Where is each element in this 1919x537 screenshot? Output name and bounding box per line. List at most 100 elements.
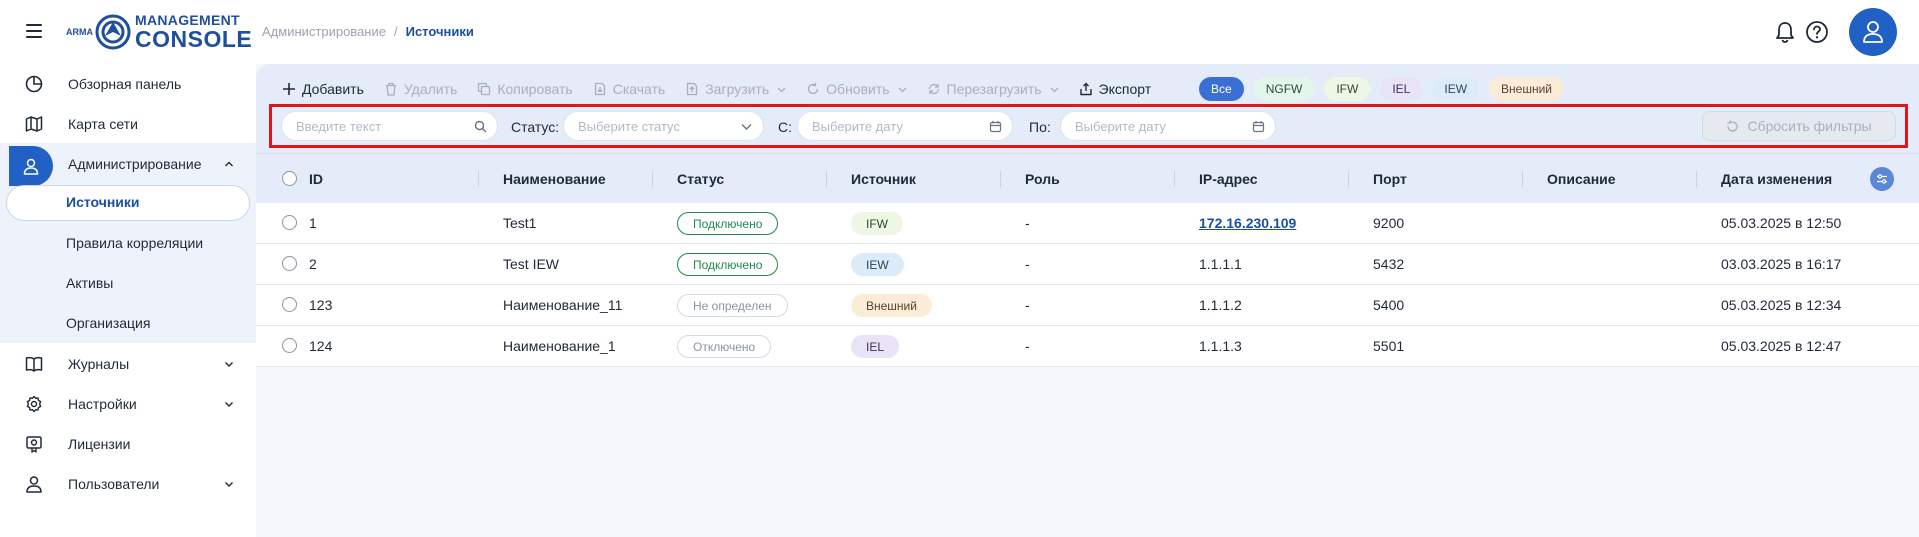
date-from-label: С:: [778, 119, 792, 135]
cell-date: 05.03.2025 в 12:34: [1721, 297, 1842, 313]
row-checkbox[interactable]: [282, 256, 297, 271]
help-icon[interactable]: [1805, 20, 1829, 44]
column-header-id[interactable]: ID: [309, 171, 323, 187]
table-row[interactable]: 1 Test1 Подключено IFW - 172.16.230.109 …: [256, 203, 1919, 244]
source-filter-chips: Все NGFW IFW IEL IEW Внешний: [1199, 77, 1564, 101]
date-to-input[interactable]: Выберите дату: [1060, 111, 1276, 141]
column-divider: [826, 171, 827, 187]
cell-id: 123: [309, 297, 333, 313]
chevron-down-icon: [225, 482, 233, 487]
sidebar-subitem-correlation-rules[interactable]: Правила корреляции: [66, 235, 203, 251]
column-divider: [1696, 171, 1697, 187]
sidebar-item-network-map[interactable]: Карта сети: [0, 104, 256, 144]
status-filter-label: Статус:: [511, 119, 560, 135]
reset-icon: [1727, 120, 1739, 132]
sidebar-item-settings[interactable]: Настройки: [0, 384, 256, 424]
copy-button[interactable]: Копировать: [477, 81, 573, 97]
sidebar-subitem-label: Источники: [66, 194, 140, 210]
column-header-description[interactable]: Описание: [1547, 171, 1616, 187]
sidebar-subitem-sources[interactable]: Источники: [6, 185, 250, 221]
chip-ifw[interactable]: IFW: [1324, 77, 1371, 101]
column-header-status[interactable]: Статус: [677, 171, 724, 187]
column-header-date[interactable]: Дата изменения: [1721, 171, 1832, 187]
chevron-down-icon: [1050, 87, 1059, 92]
sidebar-item-dashboard[interactable]: Обзорная панель: [0, 64, 256, 104]
chevron-up-icon: [225, 161, 233, 167]
sidebar-item-label: Журналы: [68, 356, 130, 372]
column-divider: [1000, 171, 1001, 187]
table-row[interactable]: 124 Наименование_1 Отключено IEL - 1.1.1…: [256, 326, 1919, 367]
refresh-button[interactable]: Обновить: [806, 81, 907, 97]
export-button-label: Экспорт: [1098, 81, 1152, 97]
bell-icon[interactable]: [1774, 20, 1796, 44]
cell-port: 5400: [1373, 297, 1405, 313]
logo[interactable]: ARMA MANAGEMENT CONSOLE: [66, 12, 252, 52]
license-icon: [26, 436, 42, 453]
chip-all[interactable]: Все: [1199, 77, 1244, 101]
logo-line1: MANAGEMENT: [135, 12, 240, 28]
chip-external[interactable]: Внешний: [1489, 77, 1564, 101]
delete-button[interactable]: Удалить: [384, 81, 457, 97]
reload-button-label: Перезагрузить: [946, 81, 1042, 97]
sidebar-item-label: Обзорная панель: [68, 76, 182, 92]
column-header-source[interactable]: Источник: [851, 171, 916, 187]
chip-label: NGFW: [1265, 82, 1303, 96]
row-checkbox[interactable]: [282, 215, 297, 230]
table-row[interactable]: 2 Test IEW Подключено IEW - 1.1.1.1 5432…: [256, 244, 1919, 285]
cell-port: 5501: [1373, 338, 1405, 354]
sidebar-item-label: Лицензии: [68, 436, 131, 452]
refresh-icon: [808, 82, 819, 95]
table-row[interactable]: 123 Наименование_11 Не определен Внешний…: [256, 285, 1919, 326]
chip-ngfw[interactable]: NGFW: [1253, 77, 1315, 101]
cell-date: 03.03.2025 в 16:17: [1721, 256, 1842, 272]
column-header-name[interactable]: Наименование: [503, 171, 606, 187]
sidebar-item-licenses[interactable]: Лицензии: [0, 424, 256, 464]
column-header-port[interactable]: Порт: [1373, 171, 1407, 187]
date-from-input[interactable]: Выберите дату: [797, 111, 1013, 141]
reset-filters-button[interactable]: Сбросить фильтры: [1702, 111, 1896, 141]
cell-name: Test IEW: [503, 256, 560, 272]
user-icon: [23, 158, 39, 175]
sources-table: ID Наименование Статус Источник Роль IP-…: [256, 153, 1919, 367]
source-badge: Внешний: [851, 294, 932, 317]
delete-button-label: Удалить: [403, 81, 458, 97]
status-badge: Подключено: [677, 253, 779, 276]
menu-icon[interactable]: [26, 24, 42, 38]
ip-link[interactable]: 172.16.230.109: [1199, 215, 1296, 231]
calendar-icon: [1252, 121, 1265, 133]
chevron-down-icon: [898, 87, 907, 92]
sidebar-item-administration[interactable]: Администрирование: [0, 144, 256, 186]
cell-role: -: [1025, 256, 1030, 272]
add-button[interactable]: Добавить: [282, 81, 364, 97]
export-button[interactable]: Экспорт: [1079, 81, 1152, 97]
avatar[interactable]: [1849, 8, 1897, 56]
add-button-label: Добавить: [302, 81, 364, 97]
status-select[interactable]: Выберите статус: [563, 111, 764, 141]
upload-button[interactable]: Загрузить: [685, 81, 786, 97]
search-input[interactable]: Введите текст: [281, 111, 498, 141]
dashboard-icon: [25, 75, 43, 93]
cell-date: 05.03.2025 в 12:50: [1721, 215, 1842, 231]
source-badge: IEW: [851, 253, 904, 276]
sidebar-subitem-organization[interactable]: Организация: [66, 315, 150, 331]
sidebar-subitem-assets[interactable]: Активы: [66, 275, 113, 291]
column-divider: [1348, 171, 1349, 187]
calendar-icon: [989, 121, 1002, 133]
sidebar-item-journals[interactable]: Журналы: [0, 344, 256, 384]
reload-button[interactable]: Перезагрузить: [927, 81, 1059, 97]
column-settings-button[interactable]: [1870, 167, 1894, 191]
trash-icon: [385, 82, 396, 96]
column-header-ip[interactable]: IP-адрес: [1199, 171, 1258, 187]
row-checkbox[interactable]: [282, 297, 297, 312]
column-header-role[interactable]: Роль: [1025, 171, 1060, 187]
gear-icon: [26, 395, 42, 413]
chip-iel[interactable]: IEL: [1380, 77, 1423, 101]
upload-icon: [687, 82, 698, 96]
download-button[interactable]: Скачать: [593, 81, 665, 97]
logo-line2: CONSOLE: [135, 26, 253, 52]
select-all-checkbox[interactable]: [282, 171, 297, 186]
breadcrumb-parent[interactable]: Администрирование: [262, 24, 386, 39]
chip-iew[interactable]: IEW: [1432, 77, 1480, 101]
sidebar-item-users[interactable]: Пользователи: [0, 464, 256, 504]
row-checkbox[interactable]: [282, 338, 297, 353]
